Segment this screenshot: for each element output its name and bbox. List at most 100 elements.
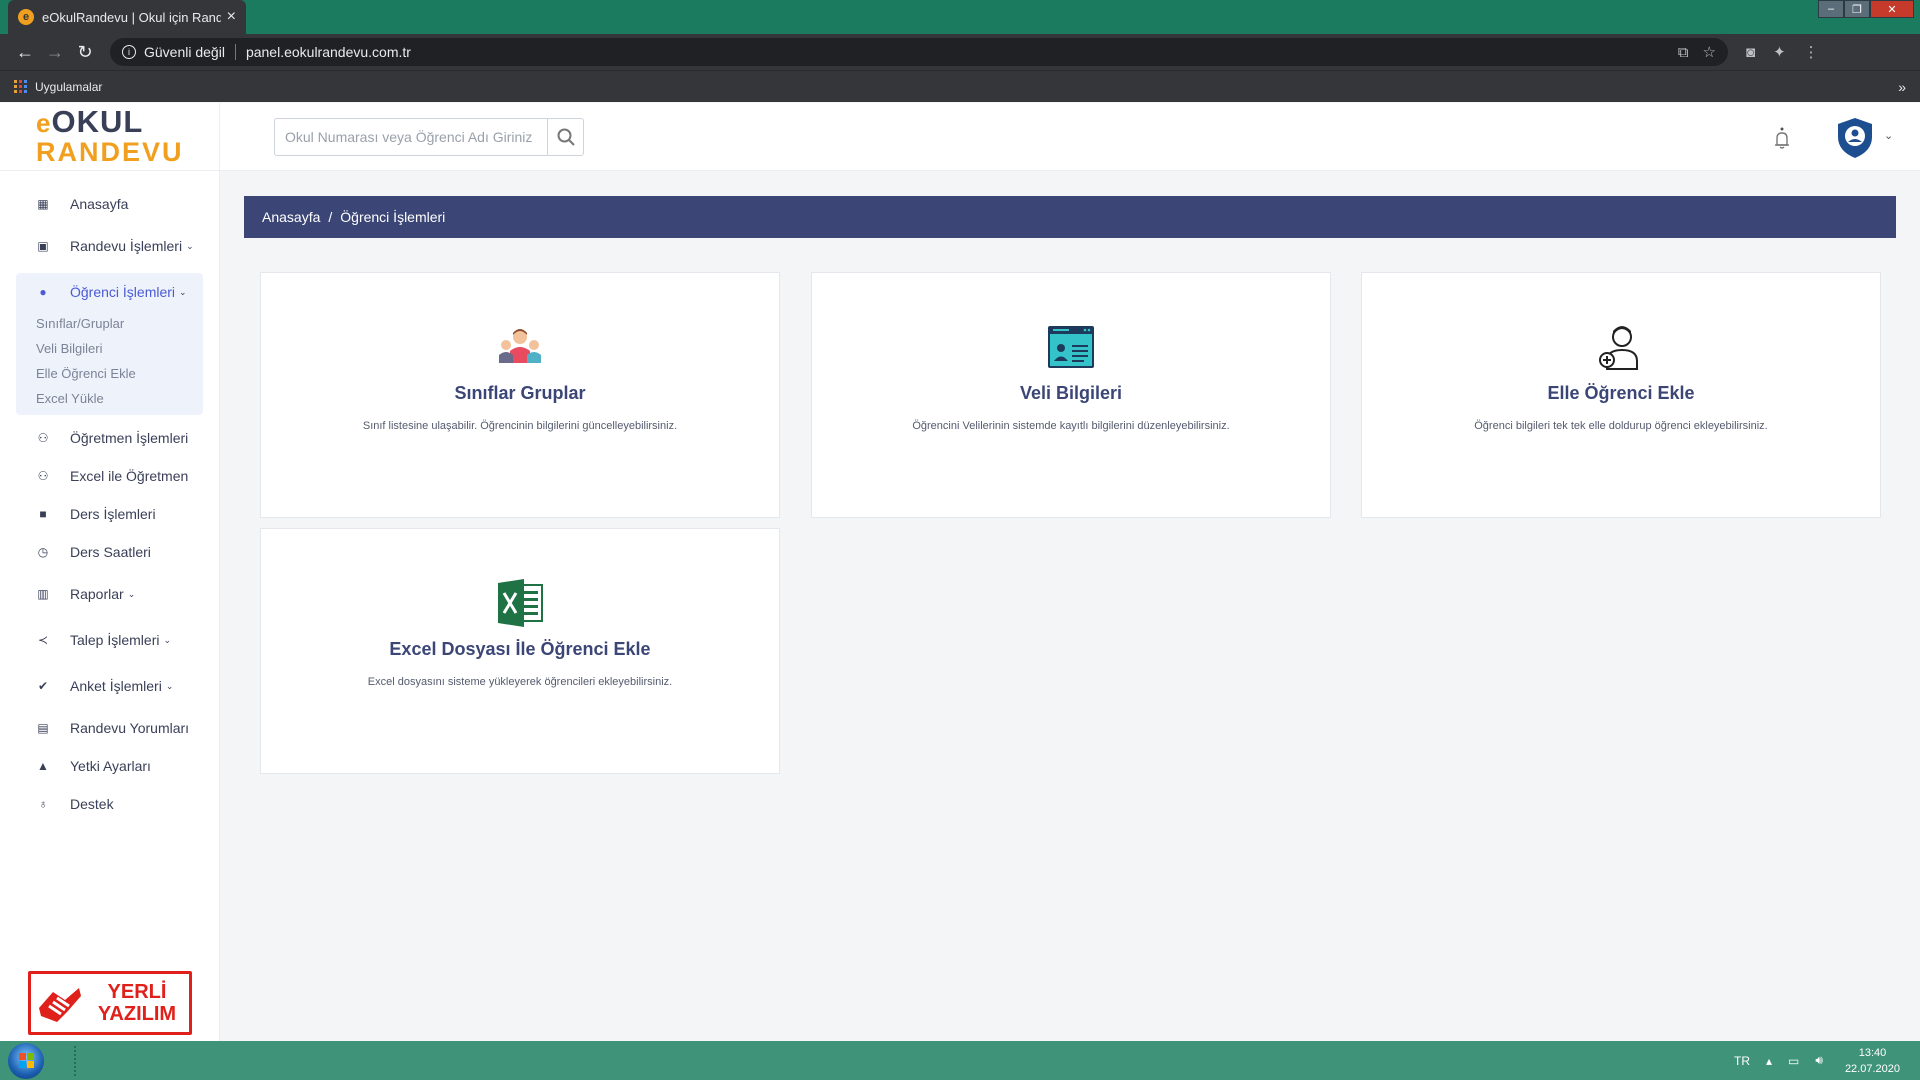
user-shield-avatar-icon[interactable] bbox=[1836, 117, 1874, 159]
card-title: Elle Öğrenci Ekle bbox=[1547, 383, 1695, 403]
address-bar[interactable]: i Güvenli değil panel.eokulrandevu.com.t… bbox=[110, 38, 1728, 66]
language-indicator[interactable]: TR bbox=[1734, 1054, 1750, 1068]
show-hidden-icons-icon[interactable]: ▴ bbox=[1766, 1054, 1772, 1068]
page-content: eOKUL RANDEVU ▦ Anasayfa ▣ Randevu İşlem… bbox=[0, 103, 1920, 1041]
search-button[interactable] bbox=[547, 119, 583, 155]
sidebar-item-label: Yetki Ayarları bbox=[70, 758, 151, 774]
screenshot-icon[interactable]: ◙ bbox=[1746, 44, 1755, 61]
clock-date: 22.07.2020 bbox=[1844, 1062, 1900, 1075]
yerli-line: YERLİ bbox=[107, 981, 167, 1003]
sidebar-item-label: Ders İşlemleri bbox=[70, 506, 156, 522]
info-icon[interactable]: i bbox=[122, 45, 136, 59]
breadcrumb: Anasayfa / Öğrenci İşlemleri bbox=[244, 196, 1896, 238]
handshake-icon bbox=[39, 988, 81, 1022]
translate-icon[interactable]: ⧉ bbox=[1678, 44, 1689, 61]
sidebar-item-raporlar[interactable]: ▥ Raporlar ⌄ bbox=[0, 571, 219, 617]
restore-window-button[interactable]: ❐ bbox=[1844, 0, 1870, 18]
bookmarks-bar: Uygulamalar » bbox=[0, 70, 1920, 102]
sidebar-item-anket[interactable]: ✔ Anket İşlemleri ⌄ bbox=[0, 663, 219, 709]
sidebar-item-ogretmen[interactable]: ⚇ Öğretmen İşlemleri bbox=[0, 419, 219, 457]
card-title: Veli Bilgileri bbox=[1019, 383, 1123, 403]
logo-okul: OKUL bbox=[51, 104, 144, 139]
sidebar-item-label: Randevu Yorumları bbox=[70, 720, 190, 736]
volume-icon[interactable]: 🔊︎ bbox=[1815, 1053, 1823, 1068]
chevron-down-icon: ⌄ bbox=[165, 680, 174, 691]
sidebar-sub-excel[interactable]: Excel Yükle bbox=[16, 386, 203, 411]
logo-e: e bbox=[36, 108, 52, 138]
id-card-icon bbox=[1048, 326, 1094, 368]
taskbar: TR ▴ ▭ 🔊︎ 13:40 22.07.2020 bbox=[0, 1041, 1920, 1080]
sidebar-item-label: Randevu İşlemleri bbox=[70, 238, 183, 254]
check-circle-icon: ✔ bbox=[37, 679, 49, 693]
chevron-down-icon[interactable]: ⌄ bbox=[1884, 129, 1893, 142]
sidebar-item-yetki[interactable]: ▲ Yetki Ayarları bbox=[0, 747, 219, 785]
browser-titlebar: e eOkulRandevu | Okul için Randevu × – ❐… bbox=[0, 0, 1920, 34]
window-controls: – ❐ ✕ bbox=[1818, 0, 1914, 18]
card-title: Sınıflar Gruplar bbox=[454, 383, 586, 403]
sidebar-sub-siniflar[interactable]: Sınıflar/Gruplar bbox=[16, 311, 203, 336]
sidebar-item-ogrenci[interactable]: ● Öğrenci İşlemleri ⌄ bbox=[16, 273, 203, 311]
logo-randevu: RANDEVU bbox=[36, 137, 184, 167]
start-button[interactable] bbox=[8, 1042, 44, 1079]
network-icon[interactable]: ▭ bbox=[1788, 1054, 1799, 1068]
sidebar-item-label: Öğretmen İşlemleri bbox=[70, 430, 189, 446]
sidebar-item-ders[interactable]: ■ Ders İşlemleri bbox=[0, 495, 219, 533]
sidebar-item-label: Excel ile Öğretmen bbox=[70, 468, 189, 484]
clock-icon: ◷ bbox=[37, 545, 49, 559]
sidebar-item-randevu[interactable]: ▣ Randevu İşlemleri ⌄ bbox=[0, 223, 219, 269]
yerli-yazilim-badge: YERLİ YAZILIM bbox=[28, 971, 192, 1035]
clock[interactable]: 13:40 22.07.2020 bbox=[1845, 1045, 1900, 1077]
sidebar-sub-veli[interactable]: Veli Bilgileri bbox=[16, 336, 203, 361]
close-window-button[interactable]: ✕ bbox=[1870, 0, 1914, 18]
user-icon: ● bbox=[39, 285, 47, 299]
card-siniflar-gruplar[interactable]: Sınıflar Gruplar Sınıf listesine ulaşabi… bbox=[260, 272, 780, 518]
sidebar-item-destek[interactable]: ♁ Destek bbox=[0, 785, 219, 823]
search-input[interactable] bbox=[275, 119, 547, 155]
security-label[interactable]: Güvenli değil bbox=[144, 44, 225, 60]
reload-icon[interactable]: ↻ bbox=[70, 42, 100, 63]
extensions-icon[interactable]: ✦ bbox=[1773, 43, 1786, 61]
sidebar-item-anasayfa[interactable]: ▦ Anasayfa bbox=[0, 185, 219, 223]
sidebar-item-label: Raporlar bbox=[70, 586, 124, 602]
card-veli-bilgileri[interactable]: Veli Bilgileri Öğrencini Velilerinin sis… bbox=[811, 272, 1331, 518]
sidebar-item-label: Anasayfa bbox=[70, 196, 129, 212]
sidebar-item-ders-saatleri[interactable]: ◷ Ders Saatleri bbox=[0, 533, 219, 571]
taskbar-grip bbox=[74, 1045, 78, 1076]
back-arrow-icon[interactable]: ← bbox=[10, 42, 40, 63]
card-description: Sınıf listesine ulaşabilir. Öğrencinin b… bbox=[362, 420, 678, 432]
sidebar-group-ogrenci: ● Öğrenci İşlemleri ⌄ Sınıflar/Gruplar V… bbox=[16, 273, 203, 415]
divider bbox=[234, 44, 236, 60]
system-tray: TR ▴ ▭ 🔊︎ 13:40 22.07.2020 bbox=[1718, 1045, 1920, 1077]
sidebar-item-label: Destek bbox=[70, 796, 114, 812]
forward-arrow-icon[interactable]: → bbox=[40, 42, 70, 63]
chevron-down-icon: ⌄ bbox=[179, 286, 187, 297]
yazilim-line: YAZILIM bbox=[97, 1003, 177, 1025]
sidebar-item-talep[interactable]: ≺ Talep İşlemleri ⌄ bbox=[0, 617, 219, 663]
close-tab-icon[interactable]: × bbox=[227, 8, 236, 26]
url-text[interactable]: panel.eokulrandevu.com.tr bbox=[246, 44, 1664, 60]
group-people-icon bbox=[499, 329, 541, 363]
dashboard-icon: ▦ bbox=[37, 197, 49, 211]
more-bookmarks-icon[interactable]: » bbox=[1898, 79, 1906, 95]
bookmark-star-icon[interactable]: ☆ bbox=[1703, 43, 1716, 61]
sidebar-sub-elle[interactable]: Elle Öğrenci Ekle bbox=[16, 361, 203, 386]
bell-icon[interactable] bbox=[1772, 127, 1792, 151]
menu-kebab-icon[interactable]: ⋮ bbox=[1804, 43, 1819, 61]
sidebar-menu: ▦ Anasayfa ▣ Randevu İşlemleri ⌄ ● Öğren… bbox=[0, 171, 219, 823]
users-icon: ⚇ bbox=[37, 431, 49, 445]
card-excel-ogrenci-ekle[interactable]: Excel Dosyası İle Öğrenci Ekle Excel dos… bbox=[260, 528, 780, 774]
breadcrumb-home[interactable]: Anasayfa bbox=[262, 209, 320, 225]
card-description: Öğrencini Velilerinin sistemde kayıtlı b… bbox=[912, 420, 1230, 432]
sidebar: eOKUL RANDEVU ▦ Anasayfa ▣ Randevu İşlem… bbox=[0, 103, 220, 1041]
minimize-window-button[interactable]: – bbox=[1818, 0, 1844, 18]
windows-logo-icon bbox=[18, 1053, 34, 1068]
apps-bookmark[interactable]: Uygulamalar bbox=[35, 80, 102, 94]
apps-grid-icon[interactable] bbox=[14, 80, 27, 93]
sidebar-item-yorumlar[interactable]: ▤ Randevu Yorumları bbox=[0, 709, 219, 747]
sidebar-item-excel-ogretmen[interactable]: ⚇ Excel ile Öğretmen bbox=[0, 457, 219, 495]
logo-top: eOKUL bbox=[36, 104, 219, 139]
browser-tab[interactable]: e eOkulRandevu | Okul için Randevu × bbox=[8, 0, 246, 34]
logo[interactable]: eOKUL RANDEVU bbox=[0, 103, 219, 171]
card-elle-ogrenci-ekle[interactable]: Elle Öğrenci Ekle Öğrenci bilgileri tek … bbox=[1361, 272, 1881, 518]
excel-icon bbox=[498, 579, 543, 627]
